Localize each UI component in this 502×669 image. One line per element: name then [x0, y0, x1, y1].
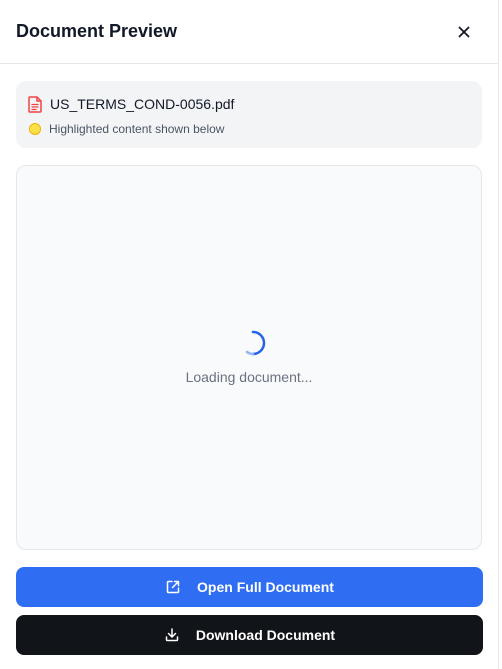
document-preview-panel: Document Preview US_TERMS_COND-0056.pdf …	[0, 0, 499, 669]
download-icon	[164, 627, 180, 643]
loading-spinner-icon	[245, 330, 266, 356]
document-viewer: Loading document...	[16, 165, 482, 550]
external-link-icon	[165, 579, 181, 595]
open-full-document-label: Open Full Document	[197, 579, 334, 595]
download-document-button[interactable]: Download Document	[16, 615, 483, 655]
highlight-note: Highlighted content shown below	[49, 122, 225, 136]
download-document-label: Download Document	[195, 627, 336, 643]
pdf-file-icon	[28, 95, 42, 113]
file-info-card: US_TERMS_COND-0056.pdf Highlighted conte…	[16, 81, 482, 148]
highlight-note-row: Highlighted content shown below	[28, 121, 470, 137]
file-name: US_TERMS_COND-0056.pdf	[50, 96, 235, 112]
panel-title: Document Preview	[16, 21, 178, 41]
loading-text: Loading document...	[185, 369, 313, 385]
close-icon	[458, 26, 470, 37]
panel-header: Document Preview	[0, 0, 498, 64]
open-full-document-button[interactable]: Open Full Document	[16, 567, 483, 607]
highlight-dot-icon	[29, 123, 41, 135]
file-row: US_TERMS_COND-0056.pdf	[28, 94, 470, 114]
close-button[interactable]	[450, 18, 478, 46]
